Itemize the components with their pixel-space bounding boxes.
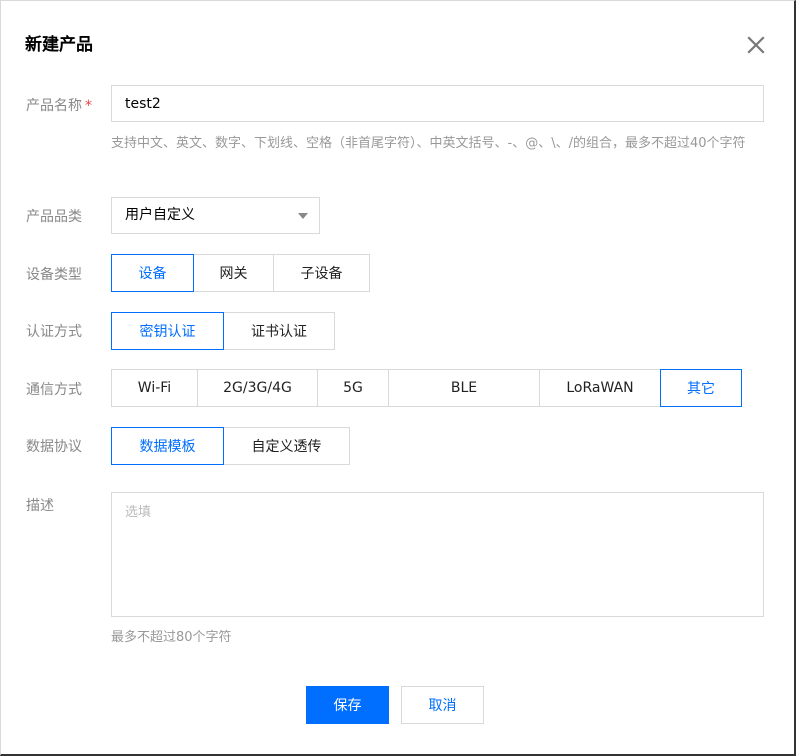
comm-method-option-cellular[interactable]: 2G/3G/4G bbox=[197, 369, 318, 407]
comm-method-label: 通信方式 bbox=[26, 382, 82, 398]
comm-method-group: Wi-Fi 2G/3G/4G 5G BLE LoRaWAN 其它 bbox=[111, 369, 742, 407]
description-hint: 最多不超过80个字符 bbox=[111, 630, 232, 645]
product-name-input[interactable] bbox=[111, 85, 764, 122]
category-label: 产品品类 bbox=[26, 209, 82, 225]
category-select[interactable]: 用户自定义 bbox=[111, 197, 320, 234]
comm-method-option-5g[interactable]: 5G bbox=[317, 369, 389, 407]
comm-method-option-lorawan[interactable]: LoRaWAN bbox=[539, 369, 661, 407]
device-type-label: 设备类型 bbox=[26, 267, 82, 283]
new-product-dialog: 新建产品 产品名称* 支持中文、英文、数字、下划线、空格（非首尾字符）、中英文括… bbox=[0, 0, 796, 756]
auth-method-label: 认证方式 bbox=[26, 324, 82, 340]
product-name-label-text: 产品名称 bbox=[26, 98, 82, 114]
comm-method-option-ble[interactable]: BLE bbox=[388, 369, 540, 407]
category-selected-value: 用户自定义 bbox=[125, 207, 195, 223]
close-icon[interactable] bbox=[745, 34, 767, 56]
device-type-option-subdevice[interactable]: 子设备 bbox=[273, 254, 370, 292]
required-mark: * bbox=[85, 98, 92, 114]
data-protocol-label: 数据协议 bbox=[26, 439, 82, 455]
auth-method-option-key[interactable]: 密钥认证 bbox=[111, 312, 224, 350]
product-name-label: 产品名称 * bbox=[26, 95, 92, 115]
device-type-option-gateway[interactable]: 网关 bbox=[193, 254, 274, 292]
data-protocol-option-template[interactable]: 数据模板 bbox=[111, 427, 224, 465]
description-label: 描述 bbox=[26, 498, 54, 514]
save-button[interactable]: 保存 bbox=[306, 686, 389, 724]
data-protocol-group: 数据模板 自定义透传 bbox=[111, 427, 350, 465]
device-type-option-device[interactable]: 设备 bbox=[111, 254, 194, 292]
data-protocol-option-passthrough[interactable]: 自定义透传 bbox=[223, 427, 350, 465]
auth-method-group: 密钥认证 证书认证 bbox=[111, 312, 335, 350]
comm-method-option-other[interactable]: 其它 bbox=[660, 369, 742, 407]
device-type-group: 设备 网关 子设备 bbox=[111, 254, 370, 292]
comm-method-option-wifi[interactable]: Wi-Fi bbox=[111, 369, 198, 407]
description-textarea[interactable] bbox=[111, 492, 764, 617]
caret-down-icon bbox=[298, 213, 308, 219]
cancel-button[interactable]: 取消 bbox=[401, 686, 484, 724]
auth-method-option-cert[interactable]: 证书认证 bbox=[223, 312, 335, 350]
product-name-hint: 支持中文、英文、数字、下划线、空格（非首尾字符）、中英文括号、-、@、\、/的组… bbox=[111, 136, 746, 151]
dialog-title: 新建产品 bbox=[25, 35, 93, 55]
